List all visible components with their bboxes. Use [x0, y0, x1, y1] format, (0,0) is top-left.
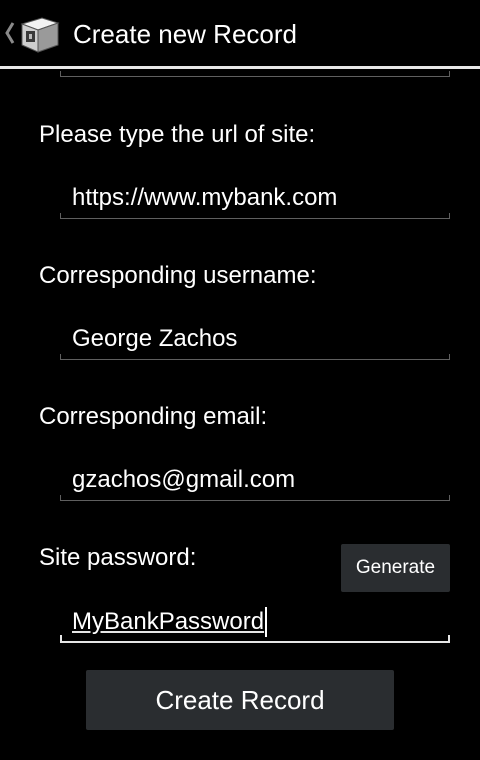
- password-label: Site password:: [39, 544, 197, 571]
- url-input[interactable]: https://www.mybank.com: [60, 179, 450, 219]
- password-input[interactable]: MyBankPassword: [60, 603, 450, 643]
- email-label: Corresponding email:: [39, 403, 268, 430]
- url-value: https://www.mybank.com: [72, 184, 338, 211]
- previous-field[interactable]: [60, 69, 450, 77]
- cube-vault-icon: [20, 17, 60, 53]
- chevron-left-icon: [5, 22, 15, 44]
- form-scroll-area[interactable]: Please type the url of site: https://www…: [0, 69, 480, 760]
- page-title: Create new Record: [73, 19, 297, 49]
- email-value: gzachos@gmail.com: [72, 466, 296, 493]
- text-cursor: [265, 607, 268, 637]
- password-value-wrap: MyBankPassword: [72, 607, 268, 637]
- create-record-button[interactable]: Create Record: [86, 670, 394, 730]
- email-input[interactable]: gzachos@gmail.com: [60, 461, 450, 501]
- generate-button[interactable]: Generate: [341, 544, 450, 592]
- field-underline: [60, 359, 450, 360]
- field-underline: [60, 76, 450, 77]
- username-value: George Zachos: [72, 325, 238, 352]
- password-value: MyBankPassword: [72, 608, 265, 635]
- field-underline: [60, 641, 450, 643]
- action-bar: Create new Record: [0, 0, 480, 69]
- username-input[interactable]: George Zachos: [60, 320, 450, 360]
- url-label: Please type the url of site:: [39, 121, 316, 148]
- field-underline: [60, 500, 450, 501]
- username-label: Corresponding username:: [39, 262, 317, 289]
- field-underline: [60, 218, 450, 219]
